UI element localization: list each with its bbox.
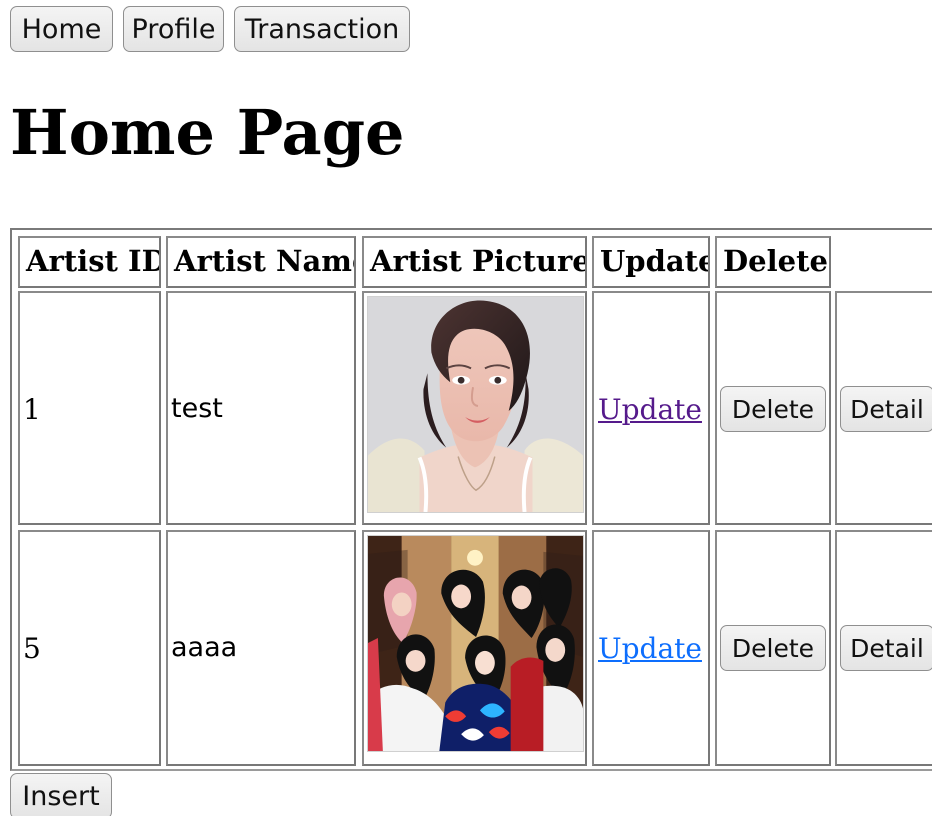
group-illustration	[368, 536, 583, 751]
row-1-id-cell: 1	[18, 291, 161, 525]
row-1-delete-cell: Delete	[715, 291, 831, 525]
header-cell-update: Update	[592, 236, 710, 288]
row-2-id-cell: 5	[18, 530, 161, 766]
row-1-detail-button[interactable]: Detail	[840, 386, 932, 432]
row-2-name-cell: aaaa	[166, 530, 356, 766]
artist-portrait-icon	[367, 296, 584, 513]
header-artist-id: Artist ID	[26, 244, 161, 278]
insert-button[interactable]: Insert	[10, 773, 112, 816]
header-artist-picture: Artist Picture	[370, 244, 587, 278]
header-artist-name: Artist Name	[174, 244, 356, 278]
transaction-button[interactable]: Transaction	[234, 6, 410, 52]
header-delete: Delete	[723, 244, 828, 278]
row-1-update-link[interactable]: Update	[598, 393, 702, 427]
header-cell-artist-id: Artist ID	[18, 236, 161, 288]
header-cell-artist-name: Artist Name	[166, 236, 356, 288]
header-update: Update	[600, 244, 710, 278]
row-2-delete-cell: Delete	[715, 530, 831, 766]
artist-table: Artist ID Artist Name Artist Picture Upd…	[10, 228, 932, 771]
header-cell-delete: Delete	[715, 236, 831, 288]
row-1-name: test	[171, 393, 223, 424]
page-title: Home Page	[10, 96, 405, 169]
row-1-detail-cell: Detail	[835, 291, 932, 525]
row-1-picture-cell	[362, 291, 587, 525]
row-2-detail-button[interactable]: Detail	[840, 625, 932, 671]
group-photo-icon	[367, 535, 584, 752]
row-2-update-cell: Update	[592, 530, 710, 766]
row-2-delete-button[interactable]: Delete	[720, 625, 826, 671]
row-2-update-link[interactable]: Update	[598, 632, 702, 666]
profile-button[interactable]: Profile	[123, 6, 224, 52]
header-cell-artist-picture: Artist Picture	[362, 236, 587, 288]
home-button[interactable]: Home	[10, 6, 113, 52]
row-2-picture-cell	[362, 530, 587, 766]
row-1-name-cell: test	[166, 291, 356, 525]
row-1-delete-button[interactable]: Delete	[720, 386, 826, 432]
row-1-id: 1	[23, 393, 41, 426]
row-1-update-cell: Update	[592, 291, 710, 525]
row-2-id: 5	[23, 632, 41, 665]
portrait-illustration	[368, 297, 583, 512]
row-2-detail-cell: Detail	[835, 530, 932, 766]
row-2-name: aaaa	[171, 632, 238, 663]
